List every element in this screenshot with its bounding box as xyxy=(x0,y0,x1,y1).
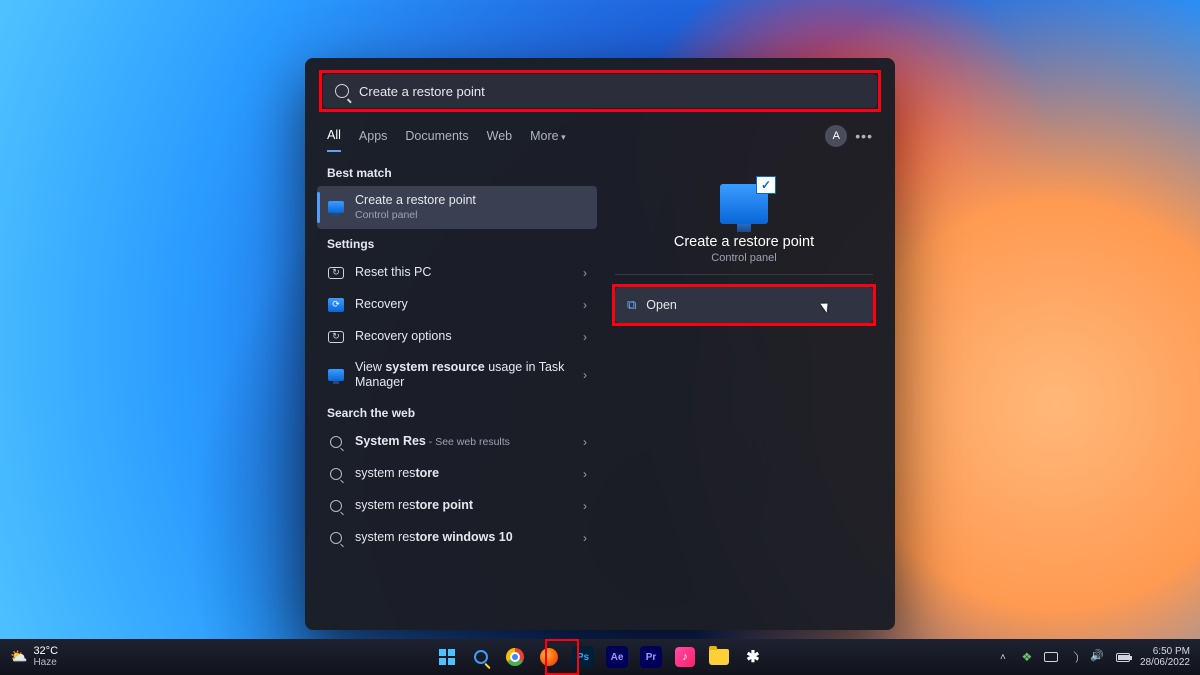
chevron-right-icon: › xyxy=(583,298,587,312)
section-best-match: Best match xyxy=(317,158,597,186)
result-label: View system resource usage in Task Manag… xyxy=(355,360,573,391)
result-task-manager-usage[interactable]: View system resource usage in Task Manag… xyxy=(317,353,597,398)
keyboard-icon[interactable] xyxy=(1044,650,1058,664)
aftereffects-icon: Ae xyxy=(606,646,628,668)
music-icon: ♪ xyxy=(675,647,695,667)
result-label: system restore windows 10 xyxy=(355,530,573,546)
search-tabs: All Apps Documents Web More A ••• xyxy=(305,118,895,152)
open-label: Open xyxy=(646,298,677,312)
chevron-right-icon: › xyxy=(583,368,587,382)
result-label: system restore xyxy=(355,466,573,482)
taskbar-slack[interactable] xyxy=(739,643,767,671)
weather-icon: ⛅ xyxy=(10,648,27,665)
result-recovery[interactable]: Recovery › xyxy=(317,289,597,321)
folder-icon xyxy=(709,649,729,665)
clock-time: 6:50 PM xyxy=(1153,646,1190,657)
firefox-icon xyxy=(540,648,558,666)
taskbar-chrome[interactable] xyxy=(501,643,529,671)
search-icon xyxy=(327,433,345,451)
tray-app-icon[interactable]: ❖ xyxy=(1020,650,1034,664)
slack-icon xyxy=(744,648,762,666)
battery-icon[interactable] xyxy=(1116,650,1130,664)
section-settings: Settings xyxy=(317,229,597,257)
tab-documents[interactable]: Documents xyxy=(405,121,468,151)
tab-web[interactable]: Web xyxy=(487,121,512,151)
open-button[interactable]: ⧉ Open xyxy=(615,287,873,323)
result-create-restore-point[interactable]: Create a restore point Control panel xyxy=(317,186,597,229)
photoshop-icon: Ps xyxy=(572,646,594,668)
result-reset-this-pc[interactable]: Reset this PC › xyxy=(317,257,597,289)
system-tray: ˄ ❖ 6:50 PM 28/06/2022 xyxy=(996,646,1200,668)
premiere-icon: Pr xyxy=(640,646,662,668)
search-icon xyxy=(327,497,345,515)
search-icon xyxy=(327,529,345,547)
preview-subtitle: Control panel xyxy=(627,252,861,264)
taskbar: ⛅ 32°C Haze Ps Ae Pr ♪ ˄ ❖ xyxy=(0,639,1200,675)
result-label: Reset this PC xyxy=(355,265,573,281)
user-avatar[interactable]: A xyxy=(825,125,847,147)
monitor-check-icon xyxy=(720,184,768,224)
result-label: system restore point xyxy=(355,498,573,514)
chevron-right-icon: › xyxy=(583,435,587,449)
taskbar-aftereffects[interactable]: Ae xyxy=(603,643,631,671)
tab-more[interactable]: More xyxy=(530,121,566,151)
result-subtitle: Control panel xyxy=(355,209,587,222)
monitor-check-icon xyxy=(327,198,345,216)
desktop-wallpaper: Create a restore point All Apps Document… xyxy=(0,0,1200,675)
search-query-text: Create a restore point xyxy=(359,84,485,99)
search-icon xyxy=(335,84,349,98)
web-result-3[interactable]: system restore windows 10 › xyxy=(317,522,597,554)
taskbar-search-button[interactable] xyxy=(467,643,495,671)
wifi-icon[interactable] xyxy=(1068,650,1082,664)
taskbar-weather-widget[interactable]: ⛅ 32°C Haze xyxy=(0,646,58,668)
section-search-web: Search the web xyxy=(317,398,597,426)
result-label: Recovery options xyxy=(355,329,573,345)
taskbar-premiere[interactable]: Pr xyxy=(637,643,665,671)
web-result-1[interactable]: system restore › xyxy=(317,458,597,490)
chevron-right-icon: › xyxy=(583,531,587,545)
reset-icon xyxy=(327,264,345,282)
preview-title: Create a restore point xyxy=(627,234,861,250)
chevron-right-icon: › xyxy=(583,266,587,280)
weather-temperature: 32°C xyxy=(33,646,58,658)
monitor-icon xyxy=(327,366,345,384)
preview-header: Create a restore point Control panel xyxy=(615,158,873,275)
result-label: Recovery xyxy=(355,297,573,313)
chrome-icon xyxy=(506,648,524,666)
search-input[interactable]: Create a restore point xyxy=(323,74,877,108)
open-external-icon: ⧉ xyxy=(627,297,636,313)
search-icon xyxy=(327,465,345,483)
result-recovery-options[interactable]: Recovery options › xyxy=(317,321,597,353)
tab-all[interactable]: All xyxy=(327,120,341,152)
searchbar-container: Create a restore point xyxy=(323,74,877,108)
volume-icon[interactable] xyxy=(1092,650,1106,664)
more-options-button[interactable]: ••• xyxy=(855,128,873,144)
chevron-right-icon: › xyxy=(583,330,587,344)
taskbar-music[interactable]: ♪ xyxy=(671,643,699,671)
weather-condition: Haze xyxy=(33,658,58,669)
taskbar-file-explorer[interactable] xyxy=(705,643,733,671)
recovery-icon xyxy=(327,296,345,314)
reset-icon xyxy=(327,328,345,346)
search-icon xyxy=(474,650,488,664)
result-title: Create a restore point xyxy=(355,193,587,209)
start-button[interactable] xyxy=(433,643,461,671)
taskbar-photoshop[interactable]: Ps xyxy=(569,643,597,671)
chevron-right-icon: › xyxy=(583,499,587,513)
chevron-right-icon: › xyxy=(583,467,587,481)
tab-apps[interactable]: Apps xyxy=(359,121,388,151)
result-label: System Res - See web results xyxy=(355,434,573,450)
taskbar-clock[interactable]: 6:50 PM 28/06/2022 xyxy=(1140,646,1190,668)
web-result-2[interactable]: system restore point › xyxy=(317,490,597,522)
result-preview-pane: Create a restore point Control panel ⧉ O… xyxy=(605,158,883,602)
taskbar-firefox[interactable] xyxy=(535,643,563,671)
tray-overflow-button[interactable]: ˄ xyxy=(996,650,1010,664)
results-list: Best match Create a restore point Contro… xyxy=(317,158,597,602)
clock-date: 28/06/2022 xyxy=(1140,657,1190,668)
start-search-panel: Create a restore point All Apps Document… xyxy=(305,58,895,630)
web-result-0[interactable]: System Res - See web results › xyxy=(317,426,597,458)
taskbar-pinned-apps: Ps Ae Pr ♪ xyxy=(433,639,767,675)
